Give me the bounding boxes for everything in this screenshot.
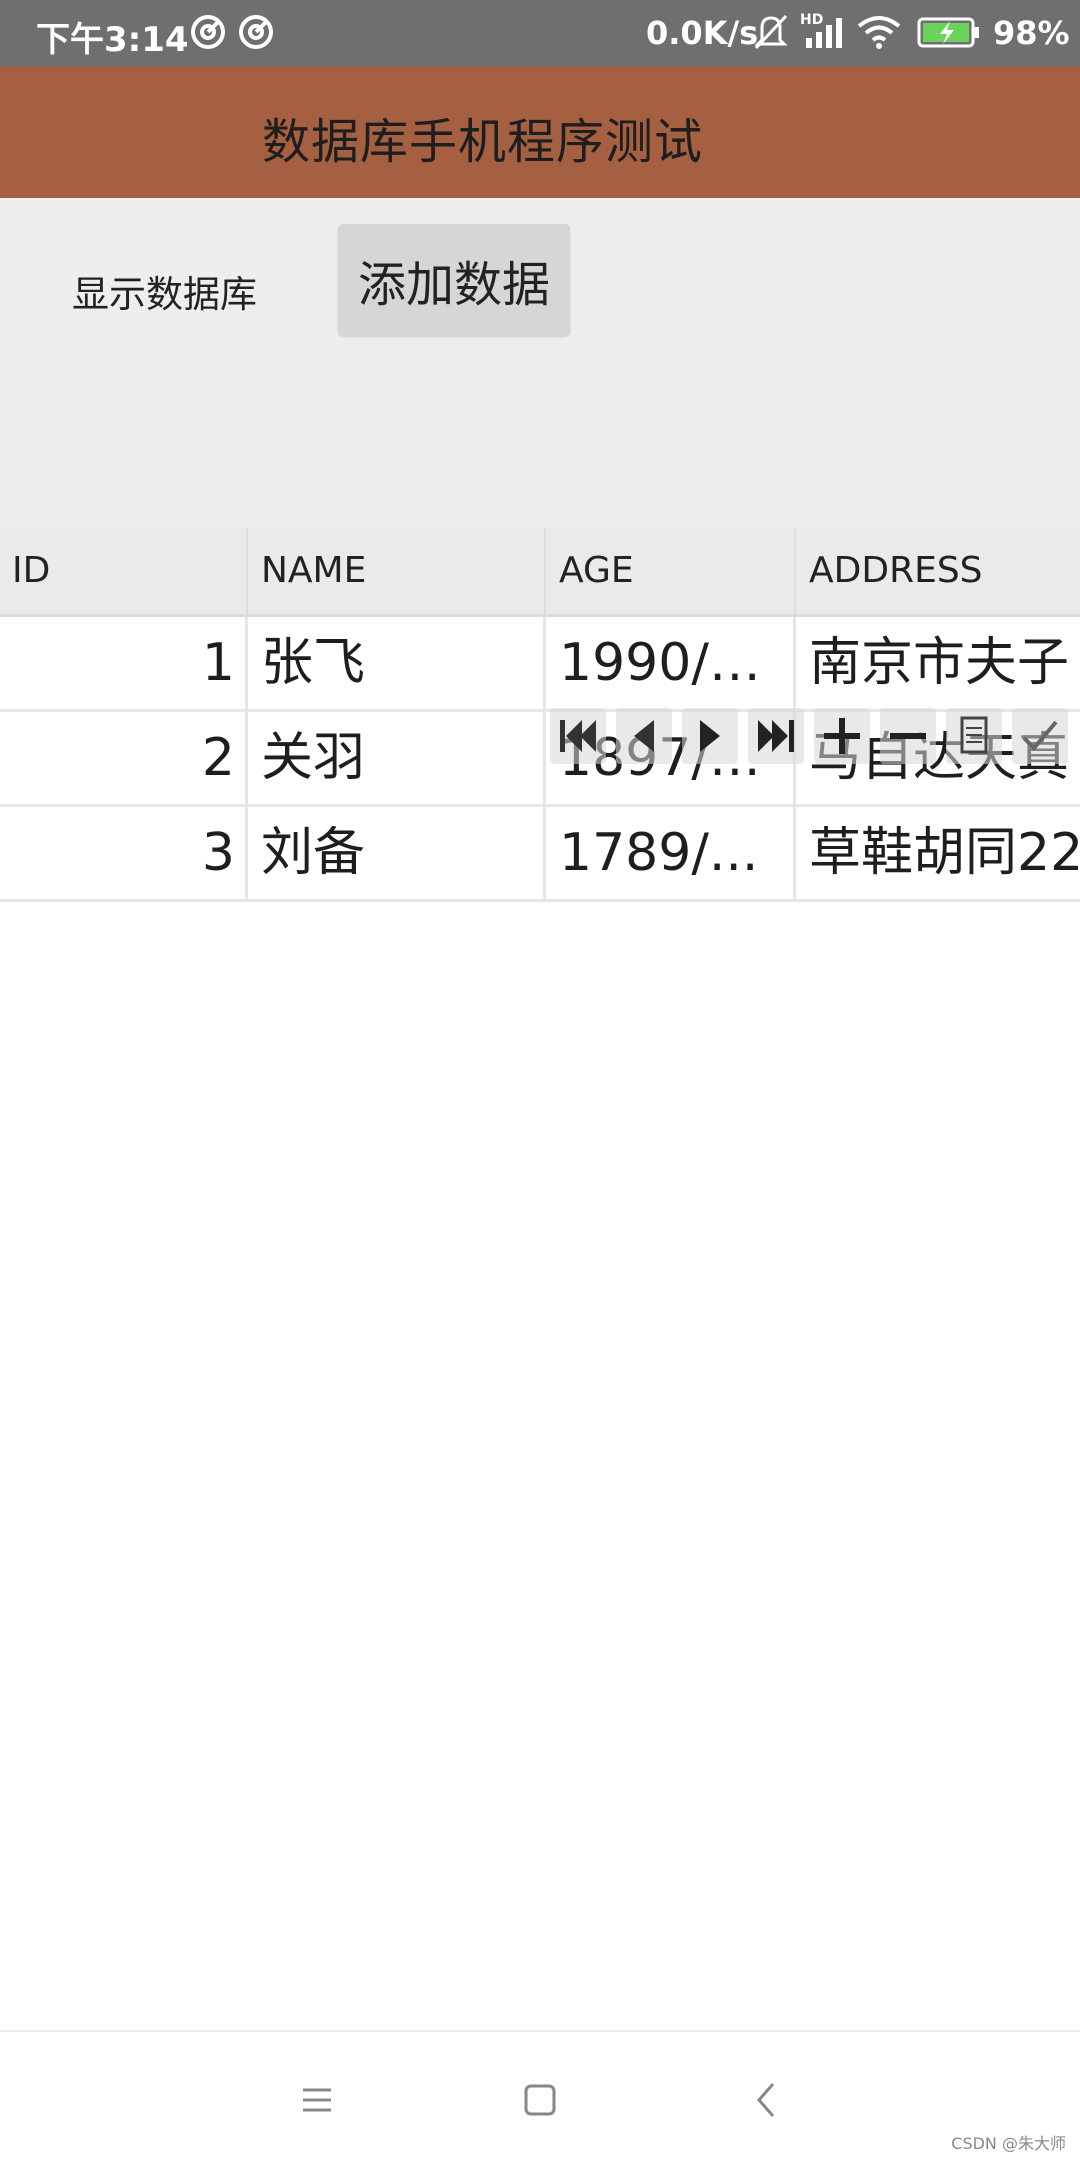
cell-name[interactable]: 关羽	[249, 712, 546, 804]
first-record-button[interactable]	[550, 708, 606, 764]
battery-percent: 98%	[993, 14, 1070, 52]
insert-record-button[interactable]	[814, 708, 870, 764]
status-bar: 下午3:14 0.0K/s HD 98%	[0, 0, 1080, 66]
column-header-age[interactable]: AGE	[547, 528, 796, 614]
cell-address[interactable]: 草鞋胡同22	[797, 807, 1080, 899]
add-data-button[interactable]: 添加数据	[338, 224, 570, 336]
table-row[interactable]: 3 刘备 1789/... 草鞋胡同22	[0, 807, 1080, 902]
edit-record-button[interactable]	[946, 708, 1002, 764]
db-navigator	[550, 708, 1080, 768]
show-database-label[interactable]: 显示数据库	[72, 264, 257, 318]
signal-icon	[806, 18, 842, 48]
post-record-button[interactable]	[1012, 708, 1068, 764]
table-row[interactable]: 1 张飞 1990/1... 南京市夫子	[0, 617, 1080, 712]
prior-icon	[634, 720, 654, 752]
delete-icon	[890, 733, 926, 739]
wifi-icon	[857, 16, 901, 49]
cell-address[interactable]: 南京市夫子	[797, 617, 1080, 709]
cell-age[interactable]: 1789/...	[547, 807, 796, 899]
system-navigation-bar: CSDN @朱大师	[0, 2030, 1080, 2162]
next-record-button[interactable]	[682, 708, 738, 764]
menu-icon[interactable]	[295, 2078, 339, 2122]
last-record-button[interactable]	[748, 708, 804, 764]
insert-icon	[824, 718, 860, 754]
back-icon[interactable]	[745, 2078, 789, 2122]
delete-record-button[interactable]	[880, 708, 936, 764]
watermark: CSDN @朱大师	[951, 2134, 1066, 2153]
app-title: 数据库手机程序测试	[262, 114, 704, 170]
app-bar: 数据库手机程序测试	[0, 66, 1080, 198]
next-icon	[700, 720, 720, 752]
mute-icon	[754, 14, 788, 50]
cell-name[interactable]: 张飞	[249, 617, 546, 709]
edit-icon	[960, 716, 988, 754]
prior-record-button[interactable]	[616, 708, 672, 764]
column-header-id[interactable]: ID	[0, 528, 248, 614]
cell-age[interactable]: 1990/1...	[547, 617, 796, 709]
status-time: 下午3:14	[36, 20, 189, 60]
cell-id[interactable]: 2	[0, 712, 248, 804]
cell-id[interactable]: 1	[0, 617, 248, 709]
grid-header: ID NAME AGE ADDRESS	[0, 528, 1080, 617]
home-icon[interactable]	[518, 2078, 562, 2122]
notification-icon	[239, 15, 273, 49]
notification-icon	[191, 15, 225, 49]
first-icon	[560, 720, 596, 752]
battery-icon	[917, 17, 979, 48]
column-header-name[interactable]: NAME	[249, 528, 546, 614]
cell-id[interactable]: 3	[0, 807, 248, 899]
column-header-address[interactable]: ADDRESS	[797, 528, 1080, 614]
network-speed: 0.0K/s	[646, 14, 759, 52]
cell-name[interactable]: 刘备	[249, 807, 546, 899]
control-panel: 显示数据库 添加数据	[0, 198, 1080, 528]
last-icon	[758, 720, 794, 752]
post-icon	[1022, 720, 1058, 751]
